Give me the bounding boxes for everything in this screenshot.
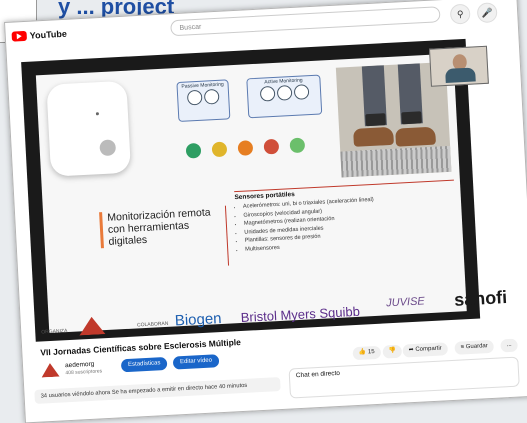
more-icon: ... bbox=[506, 341, 512, 349]
outcome-circle-red bbox=[263, 138, 280, 155]
thumbs-up-icon: 👍 bbox=[358, 349, 367, 356]
left-shoe bbox=[353, 126, 394, 147]
passive-monitoring-label: Passive Monitoring bbox=[181, 81, 224, 90]
more-button[interactable]: ... bbox=[500, 338, 518, 353]
outcome-circle-lightgreen bbox=[289, 137, 306, 154]
monitoring-diagram: Passive Monitoring Active Monitoring bbox=[176, 70, 331, 170]
thumbs-down-icon: 👎 bbox=[388, 347, 397, 355]
dislike-button[interactable]: 👎 bbox=[382, 344, 403, 359]
colaboran-label: COLABORAN bbox=[136, 320, 169, 329]
youtube-window: YouTube Buscar ⚲ 🎤 Passive Monitoring Ac… bbox=[4, 0, 527, 423]
sensors-list: Sensores portátiles Acelerómetros: uni, … bbox=[234, 179, 458, 255]
presenter-webcam bbox=[428, 45, 489, 87]
youtube-play-icon bbox=[11, 30, 28, 42]
share-button[interactable]: ➦ Compartir bbox=[402, 342, 449, 358]
bms-logo: Bristol Myers Squibb bbox=[240, 303, 361, 326]
share-label: Compartir bbox=[415, 345, 442, 353]
aedem-logo bbox=[79, 316, 106, 335]
slide-divider bbox=[224, 205, 230, 266]
diagram-outcome-circles bbox=[185, 136, 327, 165]
right-shoe bbox=[395, 126, 437, 147]
mic-icon[interactable]: 🎤 bbox=[476, 2, 498, 24]
save-icon: ≡ bbox=[460, 344, 465, 351]
biogen-logo: Biogen bbox=[174, 310, 222, 330]
channel-avatar[interactable] bbox=[41, 363, 60, 378]
youtube-logo[interactable]: YouTube bbox=[11, 28, 68, 42]
search-icon[interactable]: ⚲ bbox=[449, 3, 471, 25]
outcome-circle-orange bbox=[237, 140, 254, 156]
monitoring-title: Monitorización remota con herramientas d… bbox=[99, 205, 224, 249]
channel-subscribers: 408 suscriptores bbox=[65, 368, 103, 377]
active-monitoring-box: Active Monitoring bbox=[246, 74, 323, 119]
test-icon-3 bbox=[293, 84, 309, 100]
sensor-dot bbox=[95, 112, 100, 116]
organiza-label: ORGANIZA bbox=[41, 328, 68, 336]
presenter-body bbox=[445, 67, 476, 83]
watch-icon bbox=[186, 89, 203, 106]
outcome-circle-green bbox=[185, 142, 202, 159]
share-icon: ➦ bbox=[408, 347, 414, 354]
save-label: Guardar bbox=[465, 343, 488, 351]
live-chat-title: Chat en directo bbox=[295, 369, 341, 380]
right-ankle-sensor bbox=[401, 111, 422, 125]
stats-button[interactable]: Estadísticas bbox=[120, 356, 168, 373]
like-button[interactable]: 👍 15 bbox=[352, 345, 381, 361]
sanofi-logo: sanofi bbox=[453, 287, 508, 310]
test-icon-2 bbox=[276, 85, 292, 101]
like-count: 15 bbox=[367, 349, 375, 356]
save-button[interactable]: ≡ Guardar bbox=[454, 339, 495, 355]
juvise-logo: JUVISE bbox=[385, 295, 426, 310]
presentation-slide: Passive Monitoring Active Monitoring Mon… bbox=[35, 53, 467, 334]
search-input[interactable]: Buscar bbox=[170, 6, 441, 37]
left-ankle-sensor bbox=[365, 113, 386, 127]
outcome-circle-yellow bbox=[211, 141, 228, 158]
youtube-logo-label: YouTube bbox=[29, 28, 68, 41]
test-icon-1 bbox=[259, 85, 276, 102]
sensor-device-image bbox=[46, 80, 132, 177]
floor-grate bbox=[340, 145, 452, 178]
passive-monitoring-box: Passive Monitoring bbox=[176, 79, 231, 123]
sensor-button bbox=[99, 139, 117, 157]
edit-video-button[interactable]: Editar vídeo bbox=[172, 354, 220, 370]
phone-icon bbox=[203, 88, 220, 105]
